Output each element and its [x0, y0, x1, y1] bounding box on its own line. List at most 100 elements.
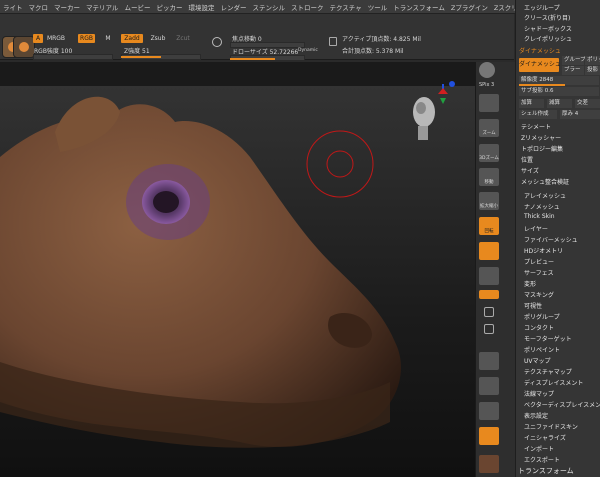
zoom-button[interactable]: ズーム — [479, 119, 499, 137]
floor-button[interactable] — [479, 242, 499, 260]
menu-item[interactable]: ツール — [368, 2, 388, 12]
sub-palette-item[interactable]: ベクターディスプレイスメント — [524, 400, 600, 409]
dynamesh-option[interactable]: Zリメッシャー — [521, 133, 561, 142]
sub-palette-item[interactable]: 変形 — [524, 279, 536, 288]
palette-item[interactable]: エッジループ — [524, 3, 560, 12]
draw-size-fill — [230, 58, 275, 60]
thickness-slider[interactable]: 厚み 4 — [560, 110, 600, 119]
zsub-toggle[interactable]: Zsub — [150, 34, 166, 43]
transform-section-header[interactable]: トランスフォーム — [518, 466, 574, 476]
move-view-button[interactable] — [479, 377, 499, 395]
scale-button[interactable]: 拡大縮小 — [479, 192, 499, 210]
sub-palette-item[interactable]: UVマップ — [524, 356, 551, 365]
polish-button[interactable]: ポリッシュ — [585, 56, 600, 65]
menu-item[interactable]: ライト — [3, 2, 23, 12]
sub-palette-item[interactable]: 可視性 — [524, 301, 542, 310]
sculpt-canvas[interactable] — [0, 62, 475, 477]
create-shell-button[interactable]: シェル作成 — [519, 110, 557, 119]
dynamesh-section-header[interactable]: ダイナメッシュ — [519, 46, 561, 55]
blur-button[interactable]: ブラー — [562, 66, 584, 75]
edit-mode-button[interactable] — [13, 36, 35, 58]
rgb-toggle[interactable]: RGB — [78, 34, 95, 43]
palette-item[interactable]: シャドーボックス — [524, 24, 572, 33]
move-button[interactable]: 移動 — [479, 168, 499, 186]
dynamic-label[interactable]: Dynamic — [298, 48, 318, 53]
group-button[interactable]: グループ — [562, 56, 586, 65]
canvas-viewport[interactable] — [0, 62, 475, 477]
material-sphere-icon[interactable] — [479, 62, 495, 78]
sub-palette-item[interactable]: エクスポート — [524, 455, 560, 464]
sub-palette-item[interactable]: イニシャライズ — [524, 433, 566, 442]
rotate-icon-a[interactable] — [484, 307, 494, 317]
sub-palette-item[interactable]: 表示設定 — [524, 411, 548, 420]
sub-palette-item[interactable]: ナノメッシュ — [524, 202, 560, 211]
brush-outer-ring — [306, 130, 374, 198]
intersect-button[interactable]: 交差 — [575, 99, 600, 108]
sub-palette-item[interactable]: ディスプレイスメント — [524, 378, 583, 387]
local-button[interactable] — [479, 267, 499, 285]
tool-palette: ダイナメッシュ ダイナメッシュ グループ ポリッシュ ブラー 投影 解像度 28… — [515, 0, 600, 477]
transp-button[interactable] — [479, 402, 499, 420]
menu-item[interactable]: マテリアル — [86, 2, 118, 12]
dynamesh-button[interactable]: ダイナメッシュ — [519, 58, 561, 72]
sub-palette-item[interactable]: ファイバーメッシュ — [524, 235, 578, 244]
sub-palette-item[interactable]: 法線マップ — [524, 389, 554, 398]
sub-palette-item[interactable]: HDジオメトリ — [524, 246, 563, 255]
resolution-fill — [519, 84, 565, 86]
menu-item[interactable]: ステンシル — [252, 2, 285, 12]
mrgb-toggle[interactable]: MRGB — [46, 34, 66, 43]
right-tool-shelf: SPix 3 ズーム 3Dズーム 移動 拡大縮小 回転 — [475, 62, 515, 477]
sub-palette-item[interactable]: プレビュー — [524, 257, 554, 266]
xyz-button[interactable] — [479, 290, 499, 299]
menu-item[interactable]: Zプラグイン — [451, 2, 488, 12]
frame-button[interactable] — [479, 352, 499, 370]
sub-palette-item[interactable]: レイヤー — [524, 224, 548, 233]
sub-palette-item[interactable]: モーフターゲット — [524, 334, 572, 343]
a-toggle[interactable]: A — [33, 34, 43, 43]
sub-palette-item[interactable]: ユニファイドスキン — [524, 422, 578, 431]
dynamesh-option[interactable]: 位置 — [521, 155, 533, 164]
zadd-toggle[interactable]: Zadd — [121, 34, 143, 43]
menu-item[interactable]: ピッカー — [156, 2, 182, 12]
sub-palette-item[interactable]: コンタクト — [524, 323, 554, 332]
project-button[interactable]: 投影 — [585, 66, 600, 75]
subproject-slider[interactable]: サブ投影 0.6 — [519, 87, 599, 96]
polyframe-button[interactable] — [479, 427, 499, 445]
add-button[interactable]: 加算 — [519, 99, 544, 108]
menu-item[interactable]: レンダー — [220, 2, 246, 12]
sub-palette-item[interactable]: アレイメッシュ — [524, 191, 566, 200]
sub-palette-item[interactable]: インポート — [524, 444, 554, 453]
menu-item[interactable]: マーカー — [54, 2, 80, 12]
spix-label[interactable]: SPix 3 — [479, 82, 494, 88]
active-points-label: アクティブ頂点数: 4.825 Mil — [342, 36, 421, 43]
sub-palette-item[interactable]: マスキング — [524, 290, 554, 299]
sub-palette-item[interactable]: Thick Skin — [524, 213, 555, 220]
menu-item[interactable]: トランスフォーム — [393, 2, 445, 12]
bpr-button[interactable] — [479, 94, 499, 112]
zoom3d-button[interactable]: 3Dズーム — [479, 144, 499, 162]
rotate-button[interactable]: 回転 — [479, 217, 499, 235]
dynamesh-option[interactable]: メッシュ整合検証 — [521, 177, 569, 186]
m-toggle[interactable]: M — [104, 34, 112, 43]
zcut-toggle[interactable]: Zcut — [176, 34, 190, 43]
menu-item[interactable]: マクロ — [29, 2, 49, 12]
rgb-intensity-slider[interactable] — [33, 54, 113, 60]
menu-item[interactable]: ムービー — [124, 2, 150, 12]
ghost-button[interactable] — [479, 455, 499, 473]
menu-item[interactable]: 環境設定 — [188, 2, 214, 12]
sub-palette-item[interactable]: ポリペイント — [524, 345, 560, 354]
palette-item[interactable]: クリース(折り目) — [524, 13, 570, 22]
palette-item[interactable]: クレイポリッシュ — [524, 34, 572, 43]
dynamesh-option[interactable]: トポロジー編集 — [521, 144, 563, 153]
sub-palette-item[interactable]: サーフェス — [524, 268, 554, 277]
subtract-button[interactable]: 減算 — [547, 99, 572, 108]
dynamesh-option[interactable]: サイズ — [521, 166, 539, 175]
sub-palette-item[interactable]: ポリグループ — [524, 312, 560, 321]
menu-item[interactable]: テクスチャ — [329, 2, 361, 12]
dynamesh-option[interactable]: テシメート — [521, 122, 551, 131]
lazy-mouse-icon[interactable] — [212, 37, 222, 47]
rotate-icon-b[interactable] — [484, 324, 494, 334]
menu-item[interactable]: ストローク — [291, 2, 324, 12]
z-intensity-fill — [121, 56, 161, 58]
sub-palette-item[interactable]: テクスチャマップ — [524, 367, 572, 376]
